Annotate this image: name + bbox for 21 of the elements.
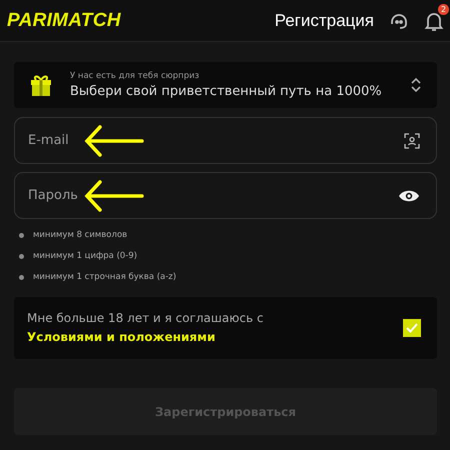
promo-banner[interactable]: У нас есть для тебя сюрприз Выбери свой приветственный путь на 1000%: [14, 62, 437, 108]
page-title: Регистрация: [274, 10, 374, 30]
email-field[interactable]: E-mail: [14, 117, 437, 164]
bullet-dot: [19, 274, 24, 280]
notification-badge: 2: [438, 4, 449, 14]
face-scan-icon[interactable]: [404, 132, 420, 148]
gift-icon: [30, 73, 52, 97]
terms-link[interactable]: Условиями и положениями: [27, 330, 216, 344]
password-rule: минимум 1 цифра (0-9): [33, 251, 138, 261]
bullet-dot: [19, 254, 24, 258]
logo[interactable]: PARIMATCH: [7, 10, 121, 32]
password-field[interactable]: Пароль: [14, 172, 437, 219]
chevron-up-down-icon: [411, 77, 421, 93]
consent-checkbox[interactable]: [403, 319, 421, 337]
bullet-dot: [19, 232, 24, 238]
password-rule: минимум 1 строчная буква (a-z): [33, 272, 176, 282]
eye-icon[interactable]: [398, 188, 420, 202]
consent-text: Мне больше 18 лет и я соглашаюсь с Условиями и положениями: [27, 310, 264, 346]
password-rule: минимум 8 символов: [33, 230, 128, 240]
promo-headline: Выбери свой приветственный путь на 1000%: [70, 84, 383, 99]
promo-caption: У нас есть для тебя сюрприз: [70, 71, 200, 81]
